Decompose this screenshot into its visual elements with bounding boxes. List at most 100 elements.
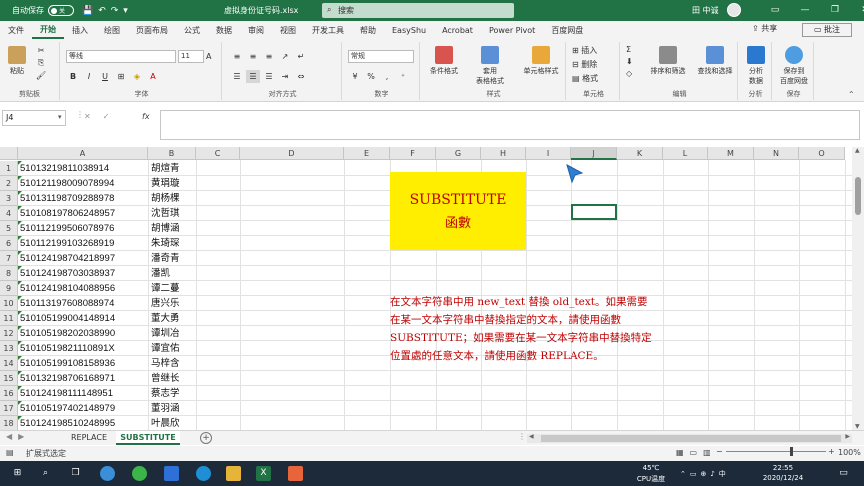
wechat-app-icon[interactable] xyxy=(132,466,147,481)
merge-cells-icon[interactable]: ⇔ xyxy=(294,70,308,83)
enter-icon[interactable]: ✓ xyxy=(103,112,122,121)
column-header-i[interactable]: I xyxy=(526,147,571,160)
cell-b[interactable]: 沈哲琪 xyxy=(151,206,196,221)
cell-a[interactable]: 510124198510248995 xyxy=(18,416,146,430)
row-header[interactable]: 13 xyxy=(0,341,18,356)
cell-a[interactable]: 510121198009078994 xyxy=(18,176,146,191)
column-header-k[interactable]: K xyxy=(617,147,663,160)
analyze-data-button[interactable]: 分析 数据 xyxy=(736,46,776,86)
align-center-icon[interactable]: ☰ xyxy=(246,70,260,83)
italic-icon[interactable]: I xyxy=(82,70,96,83)
font-name-select[interactable]: 等线 xyxy=(66,50,176,63)
tab-file[interactable]: 文件 xyxy=(0,21,32,40)
tab-insert[interactable]: 插入 xyxy=(64,21,96,40)
cell-b[interactable]: 马梓含 xyxy=(151,356,196,371)
wrap-text-icon[interactable]: ↵ xyxy=(294,50,308,63)
cell-style-button[interactable]: 单元格样式 xyxy=(518,46,564,76)
row-header[interactable]: 8 xyxy=(0,266,18,281)
format-painter-icon[interactable]: 🖌 xyxy=(36,71,46,80)
scroll-left-icon[interactable]: ◀ xyxy=(529,433,534,440)
align-right-icon[interactable]: ☰ xyxy=(262,70,276,83)
autosave-toggle[interactable]: 关 xyxy=(48,5,74,16)
column-header-h[interactable]: H xyxy=(481,147,526,160)
zoom-slider[interactable] xyxy=(726,447,826,456)
format-cells-button[interactable]: ▤ 格式 xyxy=(572,73,598,84)
percent-icon[interactable]: % xyxy=(364,70,378,83)
sheet-nav-arrows[interactable]: ◀▶ xyxy=(6,432,30,441)
row-header[interactable]: 12 xyxy=(0,326,18,341)
cell-a[interactable]: 510105198211​10891X xyxy=(18,341,146,356)
horizontal-scroll-thumb[interactable] xyxy=(541,435,841,442)
cell-b[interactable]: 唐兴乐 xyxy=(151,296,196,311)
cell-a[interactable]: 510105198202038990 xyxy=(18,326,146,341)
add-sheet-icon[interactable]: + xyxy=(200,432,212,444)
cell-b[interactable]: 胡煊青 xyxy=(151,161,196,176)
cell-a[interactable]: 510105197402148979 xyxy=(18,401,146,416)
cell-a[interactable]: 510124198704218997 xyxy=(18,251,146,266)
cell-a[interactable]: 510132198110389​14 xyxy=(18,161,146,176)
maximize-icon[interactable]: ❐ xyxy=(820,0,850,21)
currency-icon[interactable]: ¥ xyxy=(348,70,362,83)
row-header[interactable]: 7 xyxy=(0,251,18,266)
tab-developer[interactable]: 开发工具 xyxy=(304,21,352,40)
zoom-percent[interactable]: 100% xyxy=(838,448,861,457)
zoom-out-icon[interactable]: − xyxy=(716,447,723,456)
clock-date[interactable]: 2020/12/24 xyxy=(756,474,810,482)
cell-b[interactable]: 蔡志学 xyxy=(151,386,196,401)
selected-cell-j4[interactable] xyxy=(571,204,617,220)
row-header[interactable]: 17 xyxy=(0,401,18,416)
column-header-a[interactable]: A xyxy=(18,147,148,160)
decimal-increase-icon[interactable]: ⁺ xyxy=(396,70,410,83)
user-name[interactable]: 田 中诚 xyxy=(692,5,719,16)
cell-a[interactable]: 510132198706168971 xyxy=(18,371,146,386)
search-input[interactable]: ⌕ 搜索 xyxy=(322,3,514,18)
cell-b[interactable]: 谭宜佑 xyxy=(151,341,196,356)
column-header-f[interactable]: F xyxy=(390,147,436,160)
insert-function-icon[interactable]: fx xyxy=(142,112,150,121)
cell-b[interactable]: 朱琦琛 xyxy=(151,236,196,251)
file-explorer-icon[interactable] xyxy=(226,466,241,481)
orientation-icon[interactable]: ↗ xyxy=(278,50,292,63)
windows-start-icon[interactable]: ⊞ xyxy=(10,466,25,481)
save-baidu-button[interactable]: 保存到 百度网盘 xyxy=(774,46,814,86)
align-left-icon[interactable]: ☰ xyxy=(230,70,244,83)
cell-a[interactable]: 510124198104088956 xyxy=(18,281,146,296)
cell-b[interactable]: 董大勇 xyxy=(151,311,196,326)
column-header-b[interactable]: B xyxy=(148,147,196,160)
cancel-icon[interactable]: ✕ xyxy=(84,112,103,121)
cell-b[interactable]: 董羽涵 xyxy=(151,401,196,416)
app-icon-blue[interactable] xyxy=(164,466,179,481)
row-header[interactable]: 10 xyxy=(0,296,18,311)
insert-cells-button[interactable]: ⊞ 插入 xyxy=(572,45,597,56)
tab-page-layout[interactable]: 页面布局 xyxy=(128,21,176,40)
cell-b[interactable]: 胡杨棵 xyxy=(151,191,196,206)
tab-acrobat[interactable]: Acrobat xyxy=(434,21,481,40)
select-all-corner[interactable] xyxy=(0,147,18,160)
conditional-format-button[interactable]: 条件格式 xyxy=(424,46,464,76)
view-mode-icons[interactable]: ▦▭▥ xyxy=(676,448,717,457)
cell-a[interactable]: 510124198703038937 xyxy=(18,266,146,281)
tab-draw[interactable]: 绘图 xyxy=(96,21,128,40)
font-grow-icon[interactable]: A xyxy=(206,52,211,61)
cut-icon[interactable]: ✂ xyxy=(38,46,45,55)
row-header[interactable]: 14 xyxy=(0,356,18,371)
tab-split-handle-icon[interactable]: ⋮ xyxy=(518,432,526,441)
fill-color-icon[interactable]: ◈ xyxy=(130,70,144,83)
clear-icon[interactable]: ◇ xyxy=(626,69,632,78)
column-header-n[interactable]: N xyxy=(754,147,799,160)
row-header[interactable]: 2 xyxy=(0,176,18,191)
avatar[interactable] xyxy=(727,3,741,17)
cell-a[interactable]: 510112199103268919 xyxy=(18,236,146,251)
paste-button[interactable]: 粘贴 xyxy=(0,46,34,76)
column-header-l[interactable]: L xyxy=(663,147,708,160)
notification-icon[interactable]: ▭ xyxy=(836,466,851,481)
tray-icons[interactable]: ⌃▭⊕♪中 xyxy=(680,469,730,479)
sheet-tab-replace[interactable]: REPLACE xyxy=(64,431,114,445)
description-text-box[interactable]: 在文本字符串中用 new_text 替換 old_text。如果需要在某一文本字… xyxy=(390,293,658,365)
cell-b[interactable]: 胡博涵 xyxy=(151,221,196,236)
fill-icon[interactable]: ⬇ xyxy=(626,57,633,66)
cell-a[interactable]: 510105199108158936 xyxy=(18,356,146,371)
tab-baidu-pan[interactable]: 百度网盘 xyxy=(543,21,591,40)
column-header-e[interactable]: E xyxy=(344,147,390,160)
row-header[interactable]: 5 xyxy=(0,221,18,236)
